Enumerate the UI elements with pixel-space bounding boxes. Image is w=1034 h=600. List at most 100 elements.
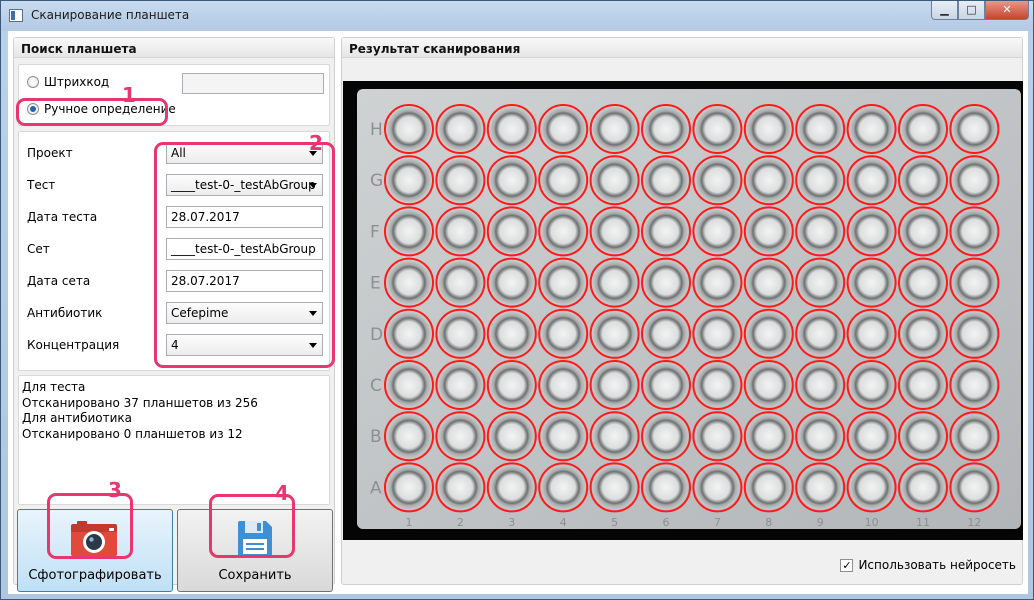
plate-well: [898, 257, 948, 308]
plate-row-label: A: [370, 478, 382, 498]
plate-well: [846, 411, 897, 462]
plate-column-label: 7: [714, 516, 721, 529]
plate-well: [743, 411, 794, 462]
plate-column-label: 8: [765, 516, 772, 529]
plate-column-label: 4: [560, 516, 567, 529]
plate-well: [692, 462, 743, 513]
plate-well: [589, 104, 640, 154]
plate-well: [486, 206, 537, 257]
plate-well: [846, 155, 897, 206]
plate-well: [692, 155, 743, 206]
plate-well: [949, 308, 1000, 359]
plate-well: [384, 411, 434, 462]
plate-well: [743, 155, 794, 206]
app-icon: [9, 9, 23, 22]
plate-well: [795, 411, 846, 462]
plate-well: [641, 206, 691, 257]
callout-box-3: [47, 493, 133, 559]
plate-column-label: 11: [916, 516, 930, 529]
plate-well: [898, 411, 948, 462]
plate-well: [486, 462, 537, 513]
test-label: Тест: [27, 178, 56, 192]
plate-well: [384, 360, 434, 410]
plate-row-label: E: [370, 274, 381, 294]
plate-well: [692, 206, 743, 257]
plate-well: [486, 257, 537, 308]
status-line: Для антибиотика: [22, 411, 132, 425]
callout-number-3: 3: [108, 478, 122, 502]
plate-well: [435, 104, 486, 154]
barcode-radio-row[interactable]: Штрихкод: [27, 75, 109, 89]
close-button[interactable]: ✕: [985, 1, 1029, 20]
plate-well: [435, 257, 486, 308]
plate-well: [743, 257, 794, 308]
plate-well: [435, 360, 486, 410]
plate-well: [486, 360, 537, 410]
plate-column-label: 6: [663, 516, 670, 529]
plate-column-label: 3: [508, 516, 515, 529]
plate-well: [538, 155, 589, 206]
scan-result-panel: Результат сканирования H G F E D C B A 1…: [341, 37, 1023, 585]
plate-search-header: Поиск планшета: [14, 38, 334, 58]
plate-well: [641, 104, 691, 154]
callout-box-2: [154, 142, 335, 368]
plate-well: [641, 411, 691, 462]
plate-well: [898, 360, 948, 410]
plate-well: [384, 206, 434, 257]
plate-well: [538, 462, 589, 513]
plate-well: [384, 462, 434, 513]
plate-well: [384, 155, 434, 206]
client-area: Поиск планшета Штрихкод Ручное определен…: [8, 31, 1028, 594]
callout-number-4: 4: [275, 481, 289, 505]
plate-well: [795, 308, 846, 359]
take-photo-label: Сфотографировать: [28, 568, 162, 583]
plate-well: [692, 257, 743, 308]
callout-number-1: 1: [122, 83, 136, 107]
plate-well: [743, 206, 794, 257]
plate-well: [435, 462, 486, 513]
antibiotic-label: Антибиотик: [27, 306, 103, 320]
plate-well: [486, 411, 537, 462]
plate-well: [795, 257, 846, 308]
barcode-input[interactable]: [182, 73, 324, 94]
plate-well: [486, 155, 537, 206]
title-bar[interactable]: Сканирование планшета ▁ □ ✕: [1, 1, 1033, 31]
plate-well: [795, 155, 846, 206]
plate-well: [743, 308, 794, 359]
barcode-radio[interactable]: [27, 76, 39, 88]
plate-well: [641, 308, 691, 359]
plate-well: [846, 360, 897, 410]
neural-net-label: Использовать нейросеть: [858, 558, 1016, 572]
plate-well: [589, 308, 640, 359]
plate-well: [589, 360, 640, 410]
plate-column-label: 2: [457, 516, 464, 529]
minimize-button[interactable]: ▁: [931, 1, 958, 20]
test-date-label: Дата теста: [27, 210, 98, 224]
plate-well: [846, 462, 897, 513]
callout-box-1: [16, 98, 168, 126]
plate-well: [486, 104, 537, 154]
plate-well: [949, 411, 1000, 462]
set-date-label: Дата сета: [27, 274, 91, 288]
plate-well: [641, 462, 691, 513]
neural-net-checkbox-row[interactable]: ✓ Использовать нейросеть: [840, 558, 1016, 572]
plate-well: [641, 155, 691, 206]
barcode-radio-label: Штрихкод: [44, 75, 110, 89]
callout-number-2: 2: [309, 131, 323, 155]
plate-well: [898, 155, 948, 206]
maximize-button[interactable]: □: [958, 1, 985, 20]
plate-well: [435, 206, 486, 257]
plate-well: [589, 155, 640, 206]
plate-column-label: 10: [865, 516, 879, 529]
window-controls: ▁ □ ✕: [931, 1, 1029, 21]
plate-well: [641, 257, 691, 308]
plate-well: [743, 462, 794, 513]
status-line: Отсканировано 0 планшетов из 12: [22, 426, 243, 441]
plate-well: [846, 257, 897, 308]
plate-well: [435, 155, 486, 206]
plate-well: [898, 462, 948, 513]
plate-scan-svg: HGFEDCBA 1 2 3 4 5 6 7 8 9 10 11 12: [343, 81, 1023, 540]
neural-net-checkbox[interactable]: ✓: [840, 558, 854, 572]
plate-well: [846, 308, 897, 359]
plate-column-label: 12: [967, 516, 981, 529]
